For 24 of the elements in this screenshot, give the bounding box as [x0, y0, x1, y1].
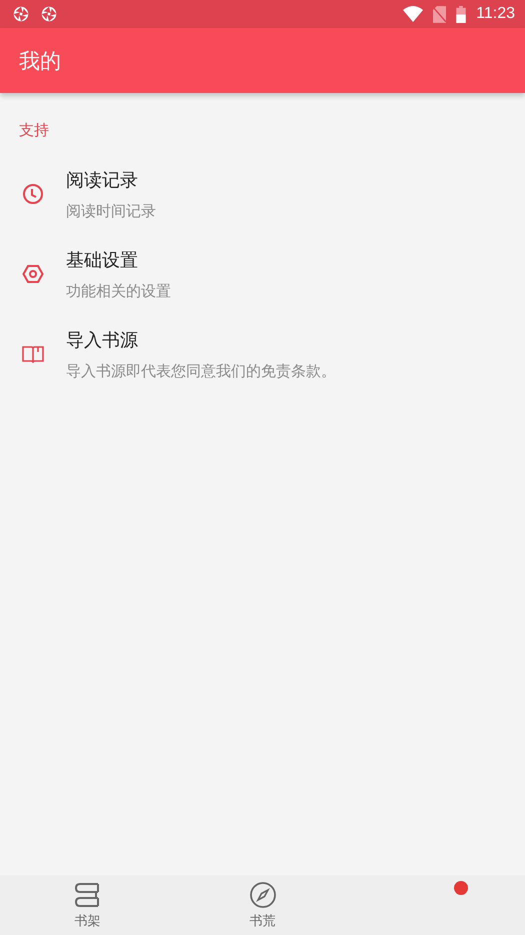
nav-tab[interactable]: 书荒	[175, 875, 350, 935]
item-title: 导入书源	[66, 328, 138, 352]
item-title: 基础设置	[66, 248, 138, 272]
compass-icon	[248, 880, 276, 908]
wifi-icon	[403, 6, 424, 22]
no-sim-icon	[433, 6, 446, 22]
item-description: 导入书源即代表您同意我们的免责条款。	[66, 362, 336, 380]
battery-icon	[456, 6, 466, 22]
status-time: 11:23	[476, 5, 515, 23]
item-title: 阅读记录	[66, 168, 138, 192]
page-title: 我的	[19, 48, 61, 74]
aperture-icon	[40, 5, 58, 23]
books-icon	[74, 880, 102, 908]
settings-item[interactable]: 基础设置 功能相关的设置	[0, 234, 525, 314]
item-description: 阅读时间记录	[66, 202, 156, 220]
clock-icon	[22, 183, 44, 205]
settings-item[interactable]: 导入书源 导入书源即代表您同意我们的免责条款。	[0, 314, 525, 394]
hexagon-icon	[22, 263, 44, 285]
section-header: 支持	[18, 121, 49, 140]
nav-tab[interactable]: 书架	[0, 875, 175, 935]
item-description: 功能相关的设置	[66, 282, 171, 300]
aperture-icon	[12, 5, 30, 23]
settings-item[interactable]: 阅读记录 阅读时间记录	[0, 154, 525, 234]
book-icon	[22, 343, 44, 365]
